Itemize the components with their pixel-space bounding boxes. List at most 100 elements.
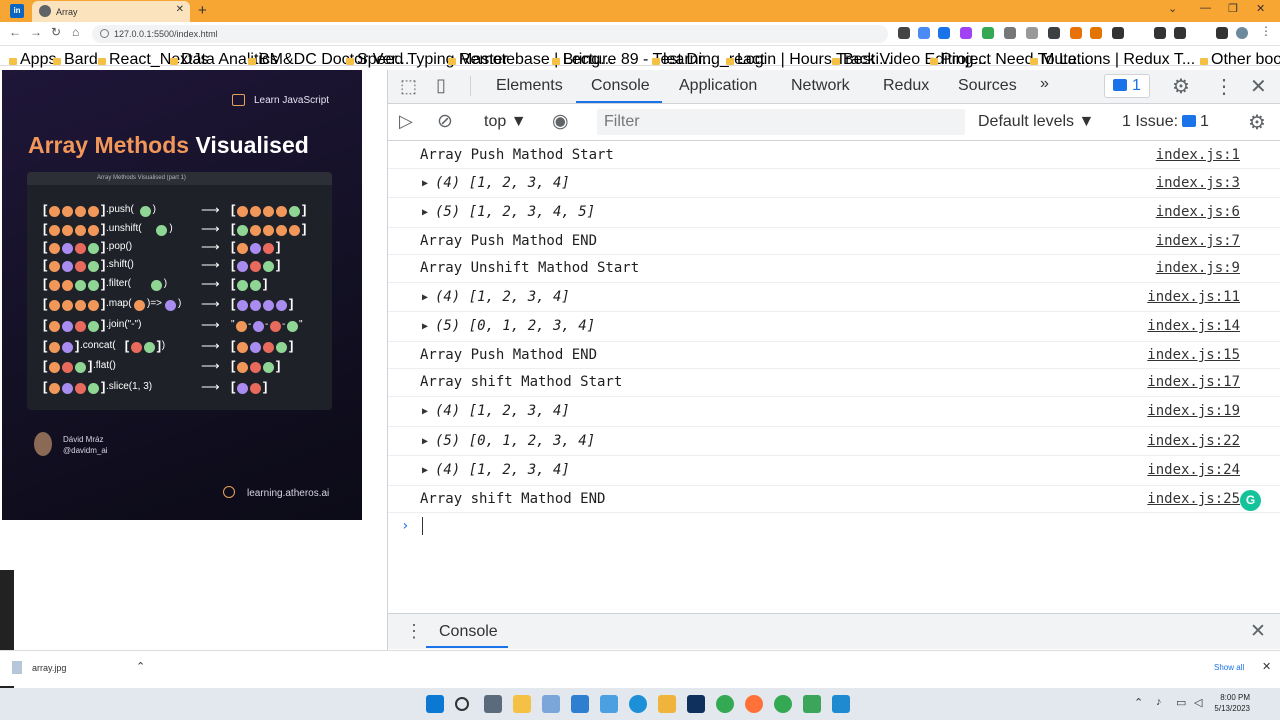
show-all-link[interactable]: Show all <box>1214 663 1244 672</box>
log-levels-select[interactable]: Default levels ▼ <box>978 113 1094 131</box>
extension-icon[interactable] <box>918 27 930 39</box>
reload-icon[interactable]: ↻ <box>51 25 61 39</box>
context-select[interactable]: top ▼ <box>484 113 527 131</box>
close-downloads-icon[interactable]: ✕ <box>1262 660 1271 673</box>
clock[interactable]: 8:00 PM 5/13/2023 <box>1212 692 1250 714</box>
source-link[interactable]: index.js:6 <box>1156 204 1240 220</box>
more-tabs-icon[interactable]: » <box>1040 75 1049 93</box>
close-drawer-icon[interactable]: ✕ <box>1250 620 1266 643</box>
console-message[interactable]: ▶ (4) [1, 2, 3, 4] index.js:11 <box>388 283 1280 312</box>
back-icon[interactable]: ← <box>9 25 21 39</box>
source-link[interactable]: index.js:3 <box>1156 175 1240 191</box>
forward-icon[interactable]: → <box>30 25 42 39</box>
expand-triangle-icon[interactable]: ▶ <box>422 292 428 303</box>
console-message[interactable]: ▶ (5) [0, 1, 2, 3, 4] index.js:14 <box>388 312 1280 342</box>
console-message[interactable]: ▶ (5) [0, 1, 2, 3, 4] index.js:22 <box>388 427 1280 456</box>
extension-icon[interactable] <box>1026 27 1038 39</box>
console-message[interactable]: ▶ (4) [1, 2, 3, 4] index.js:19 <box>388 397 1280 427</box>
linkedin-icon[interactable]: in <box>10 4 24 18</box>
expand-triangle-icon[interactable]: ▶ <box>422 436 428 447</box>
close-tab-icon[interactable]: ✕ <box>176 4 184 15</box>
source-link[interactable]: index.js:7 <box>1156 233 1240 249</box>
source-link[interactable]: index.js:22 <box>1147 433 1240 449</box>
new-tab-button[interactable]: + <box>198 2 207 19</box>
source-link[interactable]: index.js:11 <box>1147 289 1240 305</box>
device-toolbar-icon[interactable]: ▯ <box>436 75 446 96</box>
expand-triangle-icon[interactable]: ▶ <box>422 321 428 332</box>
firefox-icon[interactable] <box>745 695 763 713</box>
source-link[interactable]: index.js:25 <box>1147 491 1240 507</box>
issues-link[interactable]: 1 Issue: 1 <box>1122 113 1209 131</box>
console-input[interactable] <box>422 517 423 535</box>
grammarly-icon[interactable]: G <box>1240 490 1261 511</box>
restore-button[interactable]: ❐ <box>1228 2 1238 15</box>
extension-icon[interactable] <box>1090 27 1102 39</box>
source-link[interactable]: index.js:14 <box>1147 318 1240 334</box>
eye-icon[interactable]: ◉ <box>552 110 569 133</box>
tab-array[interactable]: Array ✕ <box>32 1 190 22</box>
tab-search-icon[interactable]: ⌄ <box>1168 2 1177 15</box>
filter-input[interactable]: Filter <box>597 109 965 135</box>
task-view-icon[interactable] <box>484 695 502 713</box>
app-icon[interactable] <box>600 695 618 713</box>
chrome-icon[interactable] <box>774 695 792 713</box>
vscode-icon[interactable] <box>832 695 850 713</box>
other-bookmarks[interactable]: Other bookmarks <box>1200 51 1280 69</box>
puzzle-icon[interactable] <box>1174 27 1186 39</box>
start-icon[interactable] <box>426 695 444 713</box>
network-icon[interactable]: ▭ <box>1176 696 1186 709</box>
close-devtools-icon[interactable]: ✕ <box>1250 74 1267 99</box>
extension-icon[interactable] <box>982 27 994 39</box>
extension-icon[interactable] <box>1004 27 1016 39</box>
extension-icon[interactable] <box>1154 27 1166 39</box>
source-link[interactable]: index.js:24 <box>1147 462 1240 478</box>
mic-icon[interactable]: ♪ <box>1156 696 1162 708</box>
bookmark-item[interactable]: Mutations | Redux T... <box>1030 51 1195 69</box>
close-window-button[interactable]: ✕ <box>1256 2 1265 15</box>
console-message[interactable]: ▶ (5) [1, 2, 3, 4, 5] index.js:6 <box>388 198 1280 228</box>
source-link[interactable]: index.js:19 <box>1147 403 1240 419</box>
avatar[interactable] <box>1236 27 1248 39</box>
minimize-button[interactable]: — <box>1200 2 1211 14</box>
bookmark-item[interactable]: Bard <box>53 51 98 69</box>
drawer-tab-console[interactable]: Console <box>439 623 498 641</box>
sidebar-icon[interactable] <box>1216 27 1228 39</box>
issues-badge[interactable]: 1 <box>1104 74 1150 98</box>
source-link[interactable]: index.js:9 <box>1156 260 1240 276</box>
source-link[interactable]: index.js:17 <box>1147 374 1240 390</box>
extension-icon[interactable] <box>1112 27 1124 39</box>
widgets-icon[interactable] <box>542 695 560 713</box>
edge-icon[interactable] <box>629 695 647 713</box>
sidebar-toggle-icon[interactable]: ▷ <box>399 111 413 132</box>
site-info-icon[interactable] <box>100 29 109 38</box>
tab-sources[interactable]: Sources <box>958 77 1017 95</box>
expand-triangle-icon[interactable]: ▶ <box>422 465 428 476</box>
expand-triangle-icon[interactable]: ▶ <box>422 406 428 417</box>
chevron-up-icon[interactable]: ⌃ <box>136 660 145 673</box>
address-bar[interactable]: 127.0.0.1:5500/index.html <box>92 25 888 43</box>
console-settings-icon[interactable]: ⚙ <box>1248 110 1266 135</box>
source-link[interactable]: index.js:15 <box>1147 347 1240 363</box>
file-explorer-icon[interactable] <box>513 695 531 713</box>
app-icon[interactable] <box>803 695 821 713</box>
drawer-menu-icon[interactable]: ⋮ <box>405 621 423 642</box>
tab-application[interactable]: Application <box>679 77 757 95</box>
chrome-icon[interactable] <box>716 695 734 713</box>
app-icon[interactable] <box>571 695 589 713</box>
extension-icon[interactable] <box>1048 27 1060 39</box>
photoshop-icon[interactable] <box>687 695 705 713</box>
console-message[interactable]: ▶ (4) [1, 2, 3, 4] index.js:24 <box>388 456 1280 486</box>
menu-icon[interactable]: ⋮ <box>1260 24 1272 38</box>
tab-elements[interactable]: Elements <box>496 77 563 95</box>
bookmark-item[interactable]: Apps <box>9 51 56 69</box>
extension-icon[interactable] <box>1070 27 1082 39</box>
source-link[interactable]: index.js:1 <box>1156 147 1240 163</box>
clear-console-icon[interactable]: ⊘ <box>437 110 453 133</box>
console-message[interactable]: ▶ (4) [1, 2, 3, 4] index.js:3 <box>388 169 1280 198</box>
folder-icon[interactable] <box>658 695 676 713</box>
gear-icon[interactable]: ⚙ <box>1172 74 1190 99</box>
volume-icon[interactable]: ◁ <box>1194 696 1202 709</box>
tab-redux[interactable]: Redux <box>883 77 929 95</box>
tab-console[interactable]: Console <box>591 77 650 95</box>
chevron-up-icon[interactable]: ⌃ <box>1134 696 1143 709</box>
